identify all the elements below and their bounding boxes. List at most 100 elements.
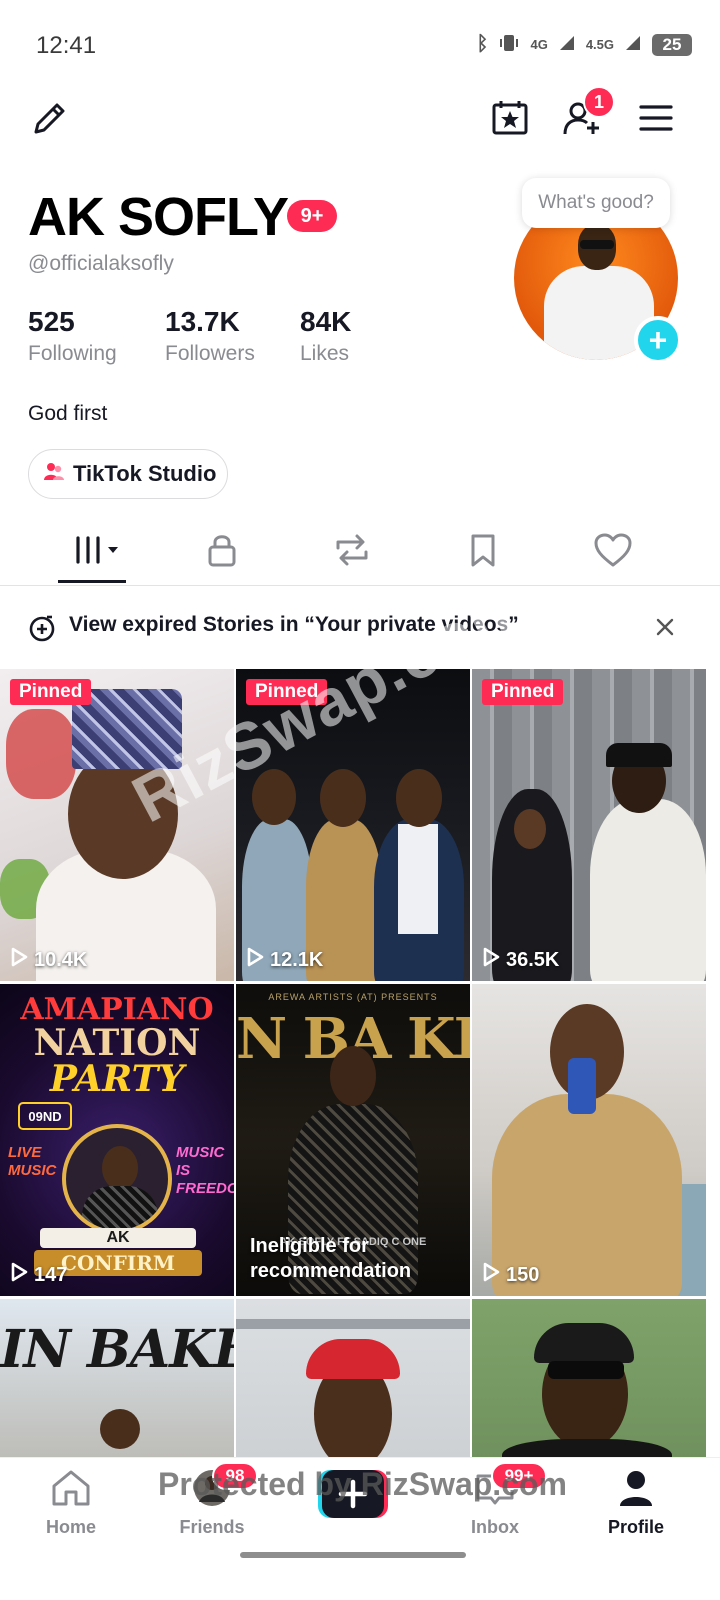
avatar-figure-glasses (580, 240, 614, 249)
network-label-1: 4G (530, 37, 548, 52)
view-count: 10.4K (10, 947, 87, 973)
background-rail (236, 1319, 470, 1329)
profile-person-icon (614, 1468, 658, 1513)
status-icons: ᛒ 4G 4.5G 25 (476, 32, 692, 57)
nav-label: Profile (607, 1517, 664, 1537)
video-thumbnail[interactable]: AREWA ARTISTS (AT) PRESENTS N BA KE BA A… (236, 984, 470, 1296)
tab-videos[interactable] (68, 528, 128, 572)
poster-portrait (62, 1124, 172, 1234)
edit-pencil-icon[interactable] (28, 96, 72, 140)
ineligible-notice: Ineligible for recommendation (250, 1235, 412, 1282)
person-cap (606, 743, 672, 767)
person-head (102, 1146, 138, 1190)
tab-liked-heart-icon[interactable] (585, 528, 641, 572)
person-head (320, 769, 366, 827)
play-icon (10, 947, 28, 973)
content-tabs (0, 516, 720, 586)
video-thumbnail[interactable]: Pinned 12.1K (236, 669, 470, 981)
stat-value: 13.7K (165, 306, 240, 337)
menu-icon[interactable] (634, 96, 678, 140)
display-name: AK SOFLY (28, 187, 289, 247)
stat-likes[interactable]: 84K Likes (300, 306, 351, 366)
poster-date: 09ND (18, 1102, 72, 1130)
close-icon[interactable] (654, 616, 676, 643)
pinned-badge: Pinned (246, 679, 328, 705)
phone (568, 1058, 596, 1114)
stat-followers[interactable]: 13.7K Followers (165, 306, 255, 366)
video-thumbnail[interactable] (472, 1299, 706, 1457)
pinned-badge: Pinned (482, 679, 564, 705)
follow-requests-badge: 1 (583, 86, 615, 118)
active-tab-indicator (58, 580, 126, 583)
person-head (330, 1046, 376, 1106)
stat-label: Followers (165, 342, 255, 365)
nav-label: Inbox (471, 1517, 519, 1537)
play-icon (482, 947, 500, 973)
stat-label: Likes (300, 342, 350, 365)
video-thumbnail[interactable]: AMAPIANO NATION PARTY 09ND LIVE MUSIC MU… (0, 984, 234, 1296)
person-cap (534, 1323, 634, 1363)
video-thumbnail[interactable]: Pinned 36.5K (472, 669, 706, 981)
poster-side-text: LIVE MUSIC (8, 1144, 57, 1179)
calendar-star-icon[interactable] (488, 96, 532, 140)
view-count: 36.5K (482, 947, 559, 973)
nav-profile[interactable]: Profile (581, 1468, 691, 1538)
notification-badge[interactable]: 9+ (287, 200, 337, 232)
status-bar: 12:41 ᛒ 4G 4.5G 25 (0, 0, 720, 90)
person-shirt (398, 824, 438, 934)
view-count-value: 150 (506, 1263, 540, 1286)
battery-indicator: 25 (652, 33, 692, 56)
stat-following[interactable]: 525 Following (28, 306, 117, 366)
person-cap (306, 1339, 400, 1379)
view-count-value: 10.4K (34, 948, 88, 971)
person-face (514, 809, 546, 849)
person-sunglasses (548, 1361, 624, 1379)
tab-favorites-bookmark-icon[interactable] (455, 528, 511, 572)
stat-value: 84K (300, 306, 352, 337)
bio-text: God first (28, 402, 108, 425)
video-thumbnail[interactable]: Pinned 10.4K (0, 669, 234, 981)
inbox-badge: 99+ (491, 1462, 547, 1490)
network-label-2: 4.5G (585, 37, 614, 52)
stat-label: Following (28, 342, 117, 365)
username: @officialaksofly (28, 252, 174, 275)
studio-people-icon (43, 460, 65, 488)
nav-home[interactable]: Home (16, 1468, 126, 1538)
view-count: 150 (482, 1262, 539, 1288)
poster-title: IN BAKEBA (0, 1319, 234, 1380)
create-video-button[interactable] (318, 1468, 388, 1520)
play-icon (10, 1262, 28, 1288)
person-head (396, 769, 442, 827)
poster-header: AREWA ARTISTS (AT) PRESENTS (268, 992, 438, 1002)
person-jacket (82, 1186, 158, 1230)
view-count-value: 36.5K (506, 948, 560, 971)
tiktok-studio-button[interactable]: TikTok Studio (28, 449, 228, 499)
play-icon (482, 1262, 500, 1288)
add-story-plus-icon[interactable]: + (634, 316, 682, 364)
poster-title: PARTY (49, 1058, 185, 1100)
stat-value: 525 (28, 306, 75, 337)
vibrate-icon (498, 32, 520, 57)
tab-reposts-icon[interactable] (324, 528, 380, 572)
banner-text: View expired Stories in “Your private vi… (69, 613, 519, 636)
video-grid: Pinned 10.4K Pinned 12.1K Pinned 36.5K A… (0, 669, 720, 1457)
person-tshirt (590, 799, 706, 981)
nav-label: Friends (179, 1517, 245, 1537)
video-thumbnail[interactable]: IN BAKEBA (0, 1299, 234, 1457)
nav-label: Home (45, 1517, 96, 1537)
video-thumbnail[interactable] (236, 1299, 470, 1457)
status-time: 12:41 (36, 32, 97, 59)
video-thumbnail[interactable]: 150 (472, 984, 706, 1296)
expired-stories-banner[interactable]: View expired Stories in “Your private vi… (0, 598, 720, 656)
person-shirt (502, 1439, 672, 1457)
fruit-art (6, 709, 76, 799)
bluetooth-icon: ᛒ (476, 33, 489, 55)
tab-private-lock-icon[interactable] (194, 528, 250, 572)
thought-bubble[interactable]: What's good? (522, 178, 670, 228)
play-icon (246, 947, 264, 973)
view-count: 12.1K (246, 947, 323, 973)
poster-side-text: MUSIC IS FREEDOM (176, 1144, 234, 1197)
person-head (252, 769, 296, 825)
home-indicator[interactable] (240, 1552, 466, 1558)
pinned-badge: Pinned (10, 679, 92, 705)
